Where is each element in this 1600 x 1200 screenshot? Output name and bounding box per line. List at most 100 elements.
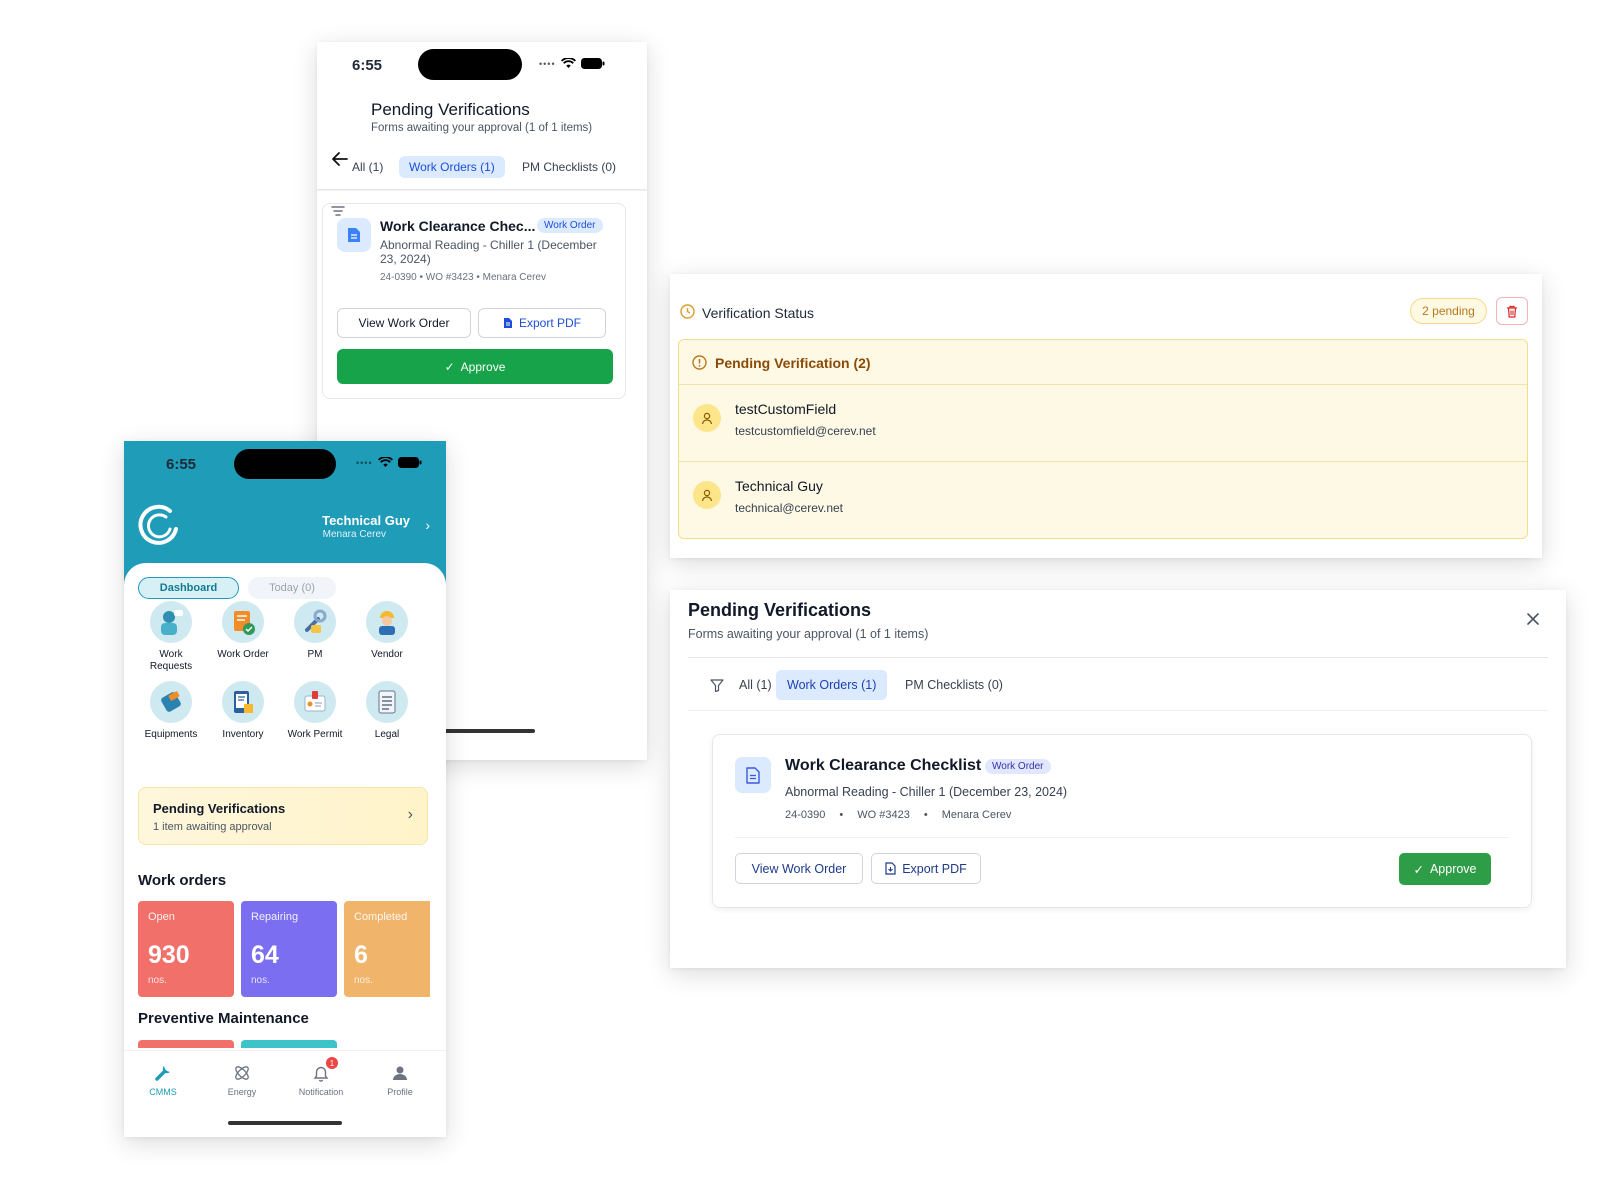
filter-icon[interactable] bbox=[710, 679, 724, 692]
verifier-name: Technical Guy bbox=[735, 478, 823, 494]
work-order-icon bbox=[222, 601, 264, 643]
tab-today[interactable]: Today (0) bbox=[248, 577, 336, 599]
work-order-card[interactable]: Work Clearance Chec... Work Order Abnorm… bbox=[322, 203, 626, 399]
stat-unit: nos. bbox=[354, 975, 373, 986]
tab-work-orders[interactable]: Work Orders (1) bbox=[776, 670, 888, 700]
user-name[interactable]: Technical Guy bbox=[322, 513, 410, 528]
grid-item-work-requests[interactable]: Work Requests bbox=[136, 601, 206, 673]
tab-dashboard[interactable]: Dashboard bbox=[138, 577, 239, 599]
tab-all[interactable]: All (1) bbox=[728, 670, 783, 700]
stat-completed[interactable]: Completed 6 nos. bbox=[344, 901, 430, 997]
grid-item-work-permit[interactable]: Work Permit bbox=[280, 681, 350, 740]
dialog-subtitle: Forms awaiting your approval (1 of 1 ite… bbox=[688, 627, 929, 641]
chevron-right-icon[interactable]: › bbox=[425, 517, 430, 533]
verifier-row: testCustomField testcustomfield@cerev.ne… bbox=[679, 385, 1527, 461]
grid-label: Work Permit bbox=[287, 729, 343, 740]
stat-label: Open bbox=[148, 911, 175, 923]
delete-button[interactable] bbox=[1496, 297, 1528, 325]
cerev-logo bbox=[138, 504, 178, 545]
stat-value: 6 bbox=[354, 941, 368, 969]
dynamic-island bbox=[418, 49, 522, 80]
tab-label: Energy bbox=[227, 1087, 257, 1097]
tab-label: Profile bbox=[387, 1087, 413, 1097]
verification-status-panel: Verification Status 2 pending Pending Ve… bbox=[670, 274, 1542, 558]
divider bbox=[317, 190, 647, 191]
stat-value: 930 bbox=[148, 941, 190, 969]
approve-label: Approve bbox=[460, 359, 506, 374]
home-indicator bbox=[441, 729, 535, 733]
approve-button[interactable]: ✓ Approve bbox=[337, 349, 613, 384]
grid-label: Work Requests bbox=[149, 649, 193, 672]
grid-item-legal[interactable]: Legal bbox=[352, 681, 422, 740]
pm-icon bbox=[294, 601, 336, 643]
page-title: Pending Verifications bbox=[371, 100, 530, 119]
dialog-title: Pending Verifications bbox=[688, 600, 872, 620]
work-order-card[interactable]: Work Clearance Checklist Work Order Abno… bbox=[712, 734, 1532, 908]
battery-icon bbox=[397, 457, 422, 468]
dynamic-island bbox=[234, 449, 336, 479]
export-pdf-label: Export PDF bbox=[902, 861, 967, 876]
grid-label: Work Order bbox=[217, 649, 269, 660]
page-subtitle: Forms awaiting your approval (1 of 1 ite… bbox=[371, 122, 593, 134]
document-icon bbox=[735, 757, 771, 793]
grid-label: PM bbox=[307, 649, 323, 660]
export-pdf-label: Export PDF bbox=[518, 316, 581, 330]
document-icon bbox=[337, 218, 371, 252]
preventive-maintenance-title: Preventive Maintenance bbox=[138, 1010, 309, 1027]
battery-icon bbox=[580, 58, 605, 69]
meta-separator: • bbox=[923, 809, 928, 821]
view-work-order-button[interactable]: View Work Order bbox=[337, 308, 471, 338]
tab-pm-checklists[interactable]: PM Checklists (0) bbox=[894, 670, 1014, 700]
grid-item-inventory[interactable]: Inventory bbox=[208, 681, 278, 740]
wifi-icon bbox=[560, 58, 576, 68]
tab-label: Notification bbox=[298, 1087, 344, 1097]
close-icon[interactable] bbox=[1526, 612, 1540, 626]
tab-notification[interactable]: 1 Notification bbox=[286, 1057, 356, 1097]
stat-value: 64 bbox=[251, 941, 279, 969]
stat-label: Completed bbox=[354, 911, 408, 923]
energy-icon bbox=[207, 1063, 277, 1083]
check-icon: ✓ bbox=[444, 359, 455, 374]
verifier-row: Technical Guy technical@cerev.net bbox=[679, 461, 1527, 537]
pending-verification-box: Pending Verification (2) testCustomField… bbox=[678, 339, 1528, 539]
stat-repairing[interactable]: Repairing 64 nos. bbox=[241, 901, 337, 997]
status-time: 6:55 bbox=[352, 57, 383, 74]
grid-item-work-order[interactable]: Work Order bbox=[208, 601, 278, 660]
tab-energy[interactable]: Energy bbox=[207, 1063, 277, 1097]
grid-item-vendor[interactable]: Vendor bbox=[352, 601, 422, 660]
pm-card-stub bbox=[138, 1040, 234, 1048]
work-order-badge: Work Order bbox=[537, 218, 603, 233]
tab-cmms[interactable]: CMMS bbox=[128, 1063, 198, 1097]
bell-icon: 1 bbox=[286, 1057, 356, 1083]
verifier-name: testCustomField bbox=[735, 401, 837, 417]
clock-icon bbox=[680, 304, 695, 319]
pending-verification-header: Pending Verification (2) bbox=[679, 340, 1527, 385]
pending-verifications-card[interactable]: Pending Verifications 1 item awaiting ap… bbox=[138, 787, 428, 845]
grid-label: Inventory bbox=[222, 729, 264, 740]
work-requests-icon bbox=[150, 601, 192, 643]
equipments-icon bbox=[150, 681, 192, 723]
grid-item-pm[interactable]: PM bbox=[280, 601, 350, 660]
view-work-order-label: View Work Order bbox=[751, 861, 847, 876]
divider bbox=[735, 837, 1509, 838]
tab-work-orders[interactable]: Work Orders (1) bbox=[399, 156, 505, 178]
tab-pm-checklists[interactable]: PM Checklists (0) bbox=[512, 156, 626, 178]
trash-icon bbox=[1507, 305, 1517, 318]
status-icons: •••• bbox=[356, 457, 422, 468]
tab-all[interactable]: All (1) bbox=[342, 156, 393, 178]
pending-count-badge: 2 pending bbox=[1410, 298, 1487, 324]
card-meta: 24-0390 • WO #3423 • Menara Cerev bbox=[785, 809, 1011, 821]
tab-profile[interactable]: Profile bbox=[365, 1063, 435, 1097]
stat-open[interactable]: Open 930 nos. bbox=[138, 901, 234, 997]
notification-badge: 1 bbox=[326, 1057, 338, 1069]
card-title: Work Clearance Chec... bbox=[380, 218, 536, 234]
approve-button[interactable]: ✓ Approve bbox=[1399, 853, 1491, 885]
approve-label: Approve bbox=[1429, 862, 1477, 876]
profile-icon bbox=[365, 1063, 435, 1083]
export-pdf-button[interactable]: Export PDF bbox=[871, 853, 981, 884]
view-work-order-button[interactable]: View Work Order bbox=[735, 853, 863, 884]
pending-card-title: Pending Verifications bbox=[153, 801, 286, 816]
export-pdf-button[interactable]: Export PDF bbox=[478, 308, 606, 338]
grid-item-equipments[interactable]: Equipments bbox=[136, 681, 206, 740]
inventory-icon bbox=[222, 681, 264, 723]
